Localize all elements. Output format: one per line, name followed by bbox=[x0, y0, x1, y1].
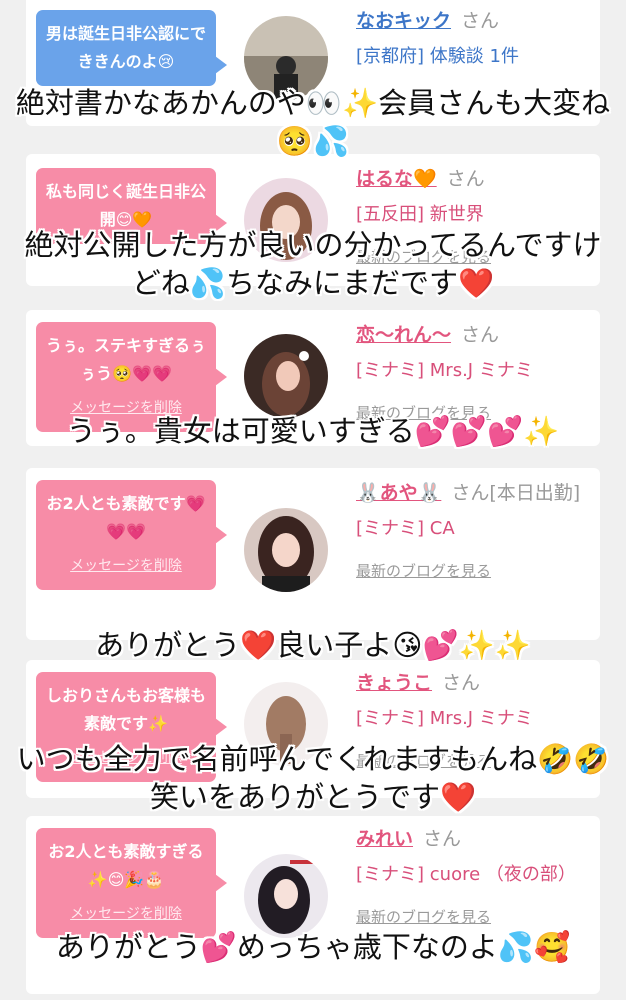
message-bubble: お2人とも素敵です💗💗💗 メッセージを削除 bbox=[36, 480, 227, 590]
overlay-caption: 絶対書かなあかんのや👀✨会員さんも大変ね🥺💦 bbox=[15, 86, 611, 158]
honorific: さん bbox=[423, 828, 462, 850]
message-card: お2人とも素敵すぎる✨😊🎉🎂 メッセージを削除 みれい さん [ミナミ] cuor… bbox=[26, 816, 600, 994]
profile-info: みれい さん [ミナミ] cuore （夜の部） 最新のブログを見る bbox=[356, 824, 592, 927]
shop-label: [ミナミ] CA bbox=[356, 518, 455, 539]
message-text: うぅ。ステキすぎるぅぅう🥺💗💗 bbox=[46, 336, 207, 383]
avatar[interactable] bbox=[244, 334, 328, 418]
profile-info: 恋～れん～ さん [ミナミ] Mrs.J ミナミ 最新のブログを見る bbox=[356, 320, 592, 423]
avatar-photo bbox=[244, 334, 328, 418]
avatar[interactable] bbox=[244, 508, 328, 592]
profile-name-link[interactable]: なおキック bbox=[356, 10, 451, 32]
shop-label: [ミナミ] Mrs.J ミナミ bbox=[356, 708, 533, 729]
overlay-caption: ありがとう❤️良い子よ😘💕✨✨ bbox=[95, 628, 531, 662]
message-bubble: お2人とも素敵すぎる✨😊🎉🎂 メッセージを削除 bbox=[36, 828, 227, 938]
profile-name-link[interactable]: きょうこ bbox=[356, 672, 432, 694]
profile-name-link[interactable]: みれい bbox=[356, 828, 413, 850]
message-text: お2人とも素敵すぎる✨😊🎉🎂 bbox=[48, 842, 204, 889]
profile-name-link[interactable]: 🐰あや🐰 bbox=[356, 482, 441, 504]
overlay-caption: ありがとう💕めっちゃ歳下なのよ💦🥰 bbox=[55, 930, 571, 964]
honorific: さん bbox=[442, 672, 481, 694]
avatar[interactable] bbox=[244, 854, 328, 938]
shop-label: [京都府] 体験談 1件 bbox=[356, 46, 519, 67]
latest-blog-link[interactable]: 最新のブログを見る bbox=[356, 560, 592, 581]
shop-label: [ミナミ] Mrs.J ミナミ bbox=[356, 360, 533, 381]
message-text: 男は誕生日非公認にでききんのよ😢 bbox=[46, 24, 207, 71]
message-text: 私も同じく誕生日非公開😊🧡 bbox=[46, 182, 207, 229]
delete-message-link[interactable]: メッセージを削除 bbox=[46, 552, 206, 580]
message-bubble: 男は誕生日非公認にでききんのよ😢 bbox=[36, 10, 227, 86]
honorific: さん bbox=[461, 10, 500, 32]
message-text: お2人とも素敵です💗💗💗 bbox=[46, 494, 206, 541]
latest-blog-link[interactable]: 最新のブログを見る bbox=[356, 906, 592, 927]
shop-label: [ミナミ] cuore （夜の部） bbox=[356, 864, 576, 885]
message-card: お2人とも素敵です💗💗💗 メッセージを削除 🐰あや🐰 さん[本日出勤] [ミナミ]… bbox=[26, 468, 600, 640]
profile-name-link[interactable]: 恋～れん～ bbox=[356, 324, 451, 346]
avatar-photo bbox=[244, 854, 328, 938]
overlay-caption: 絶対公開した方が良いの分かってるんですけどね💦ちなみにまだです❤️ bbox=[24, 228, 602, 300]
profile-info: なおキック さん [京都府] 体験談 1件 bbox=[356, 6, 592, 72]
honorific: さん bbox=[461, 324, 500, 346]
profile-name-link[interactable]: はるな🧡 bbox=[356, 168, 437, 190]
delete-message-link[interactable]: メッセージを削除 bbox=[46, 900, 206, 928]
avatar-photo bbox=[244, 508, 328, 592]
honorific: さん bbox=[446, 168, 485, 190]
message-text: しおりさんもお客様も素敵です✨ bbox=[46, 686, 207, 733]
honorific: さん[本日出勤] bbox=[451, 482, 581, 504]
profile-info: 🐰あや🐰 さん[本日出勤] [ミナミ] CA 最新のブログを見る bbox=[356, 478, 592, 581]
overlay-caption: うぅ。貴女は可愛いすぎる💕💕💕✨ bbox=[66, 414, 560, 448]
overlay-caption: いつも全力で名前呼んでくれますもんね🤣🤣笑いをありがとうです❤️ bbox=[16, 742, 610, 814]
